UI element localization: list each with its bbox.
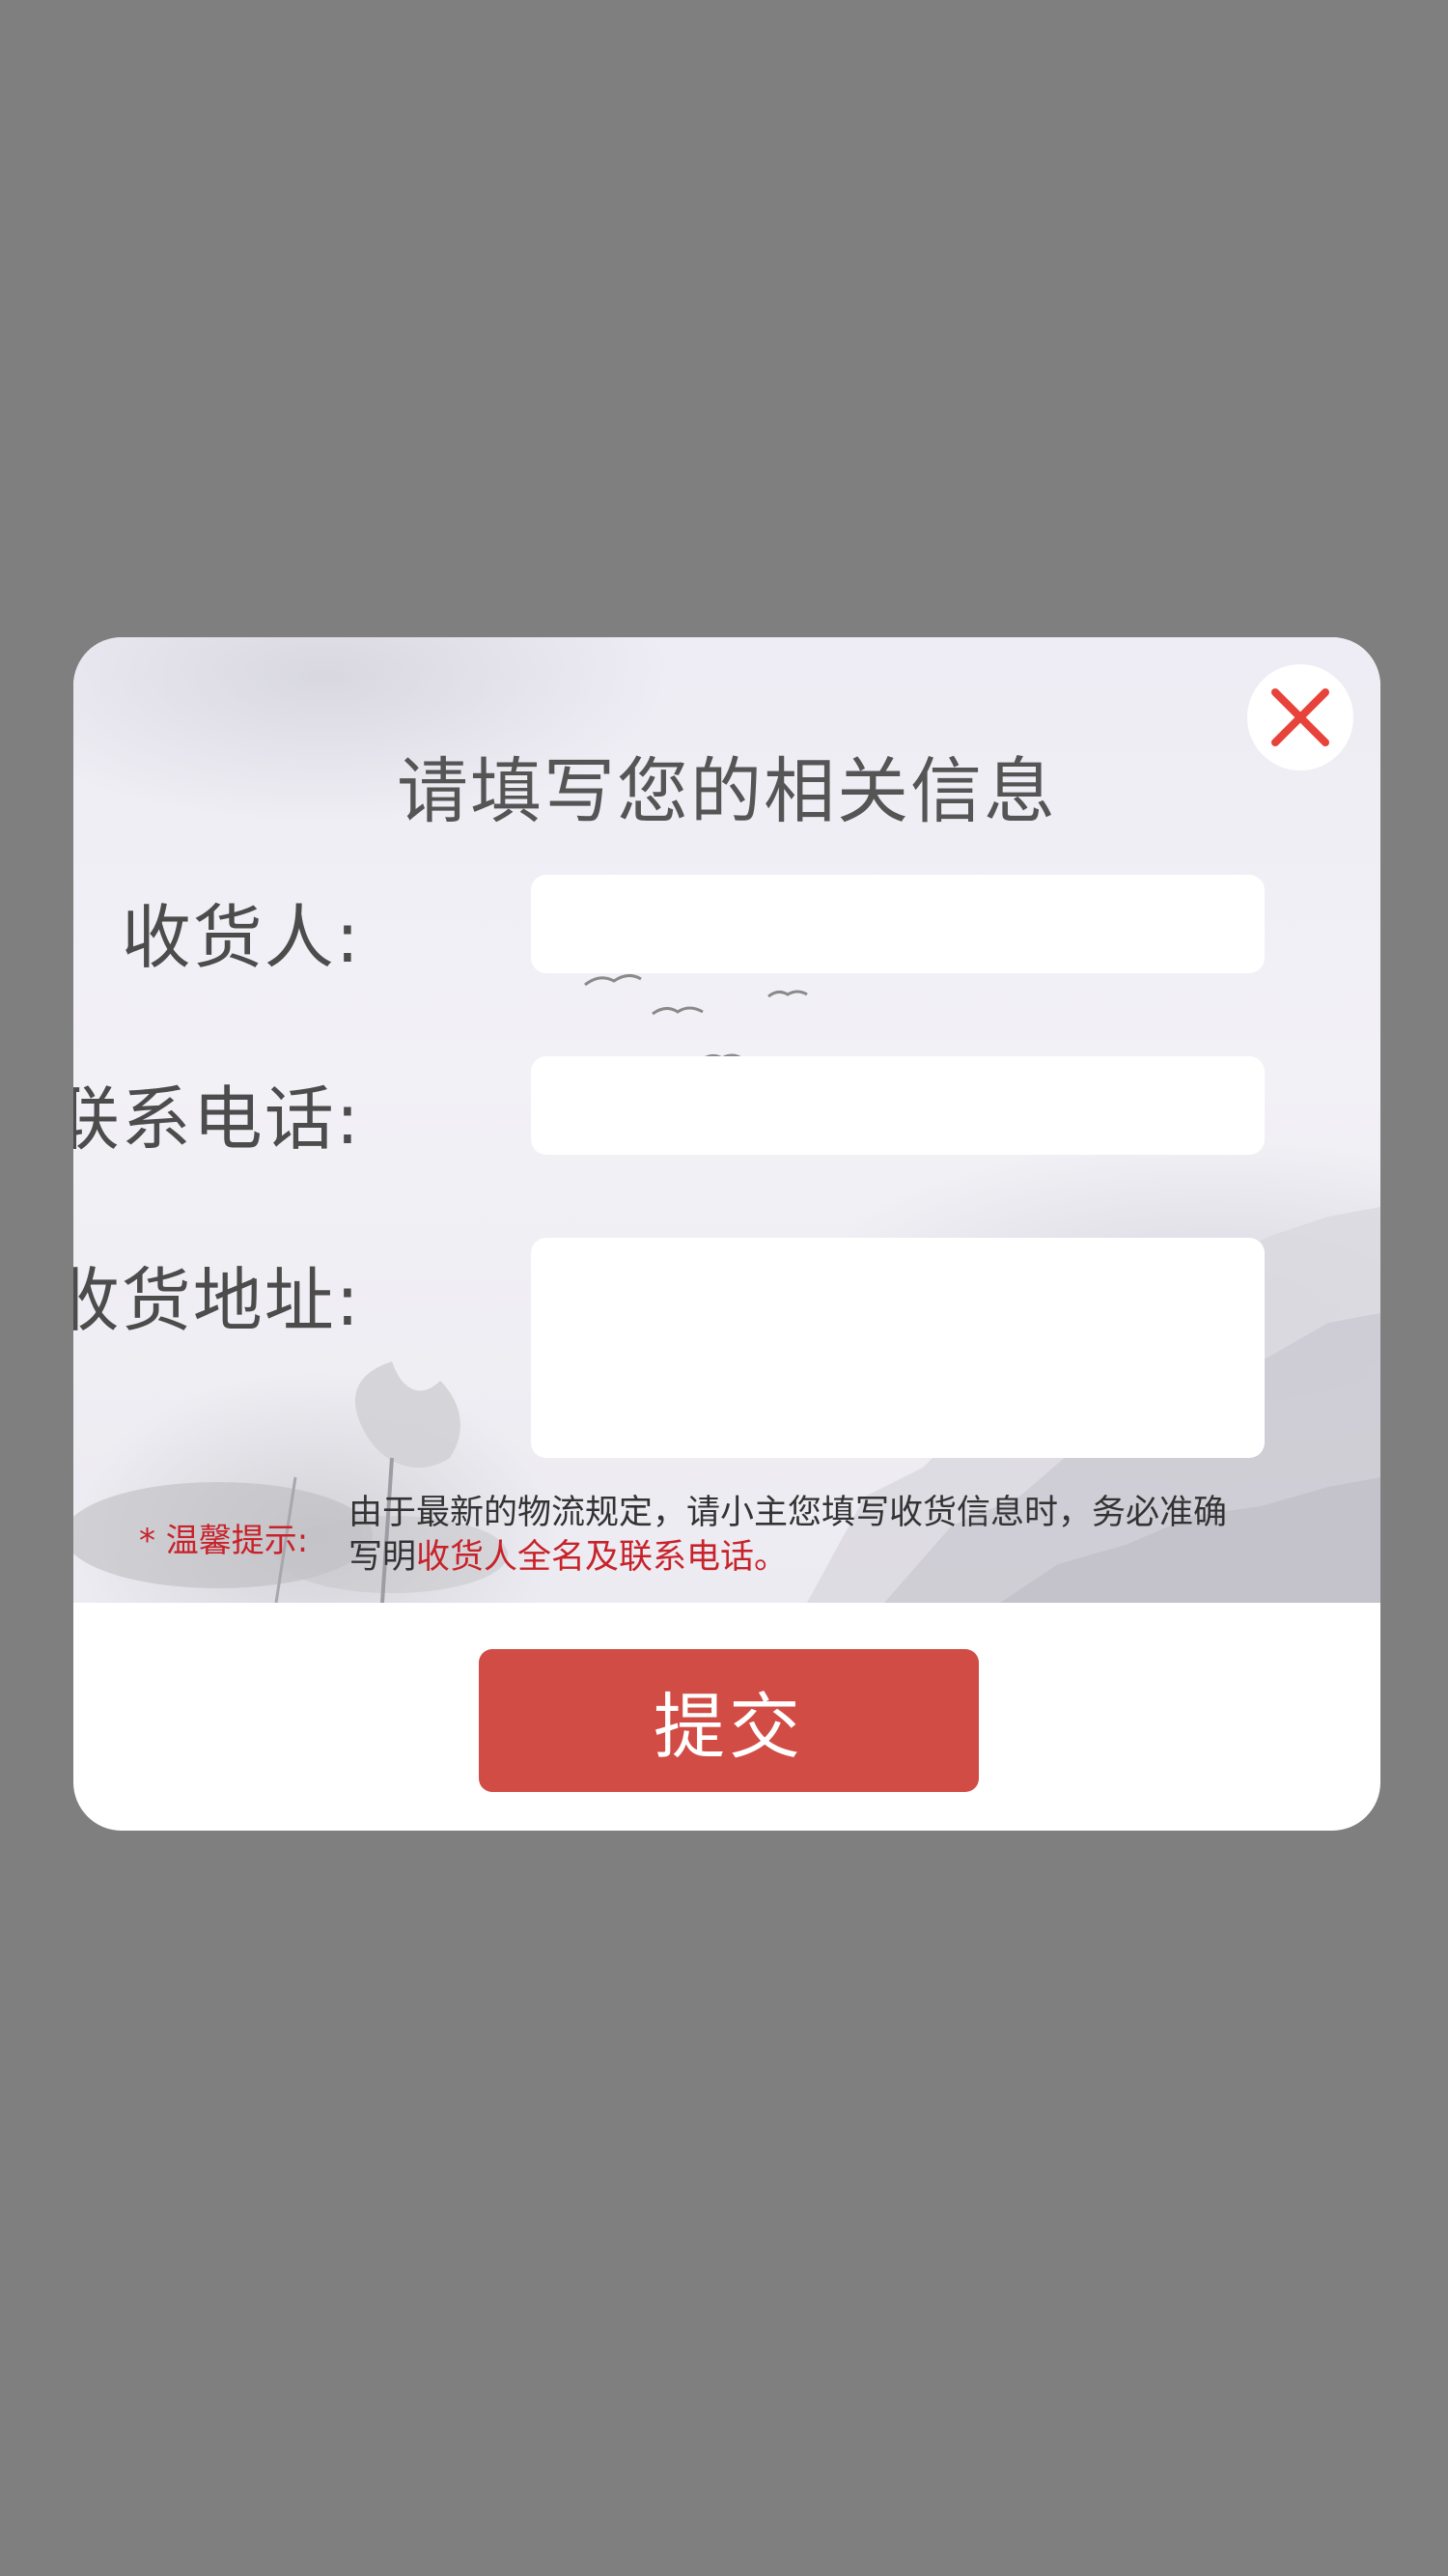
shipping-info-dialog: 请填写您的相关信息 收货人: 联系电话: 收货地址: * 温馨提示: 由于最新的…: [73, 637, 1380, 1831]
address-input[interactable]: [531, 1238, 1265, 1458]
tip-label: * 温馨提示:: [139, 1522, 309, 1560]
address-label: 收货地址:: [73, 1260, 361, 1341]
tip-text: 由于最新的物流规定，请小主您填写收货信息时，务必准确写明收货人全名及联系电话。: [348, 1491, 1256, 1580]
phone-input[interactable]: [531, 1056, 1265, 1155]
birds-illustration: [584, 974, 808, 1062]
submit-button[interactable]: 提交: [479, 1649, 979, 1792]
receiver-label: 收货人:: [121, 897, 361, 978]
dialog-title: 请填写您的相关信息: [397, 750, 1057, 833]
receiver-input[interactable]: [531, 875, 1265, 973]
phone-label: 联系电话:: [73, 1078, 361, 1160]
tip-text-highlight: 收货人全名及联系电话。: [416, 1538, 789, 1577]
